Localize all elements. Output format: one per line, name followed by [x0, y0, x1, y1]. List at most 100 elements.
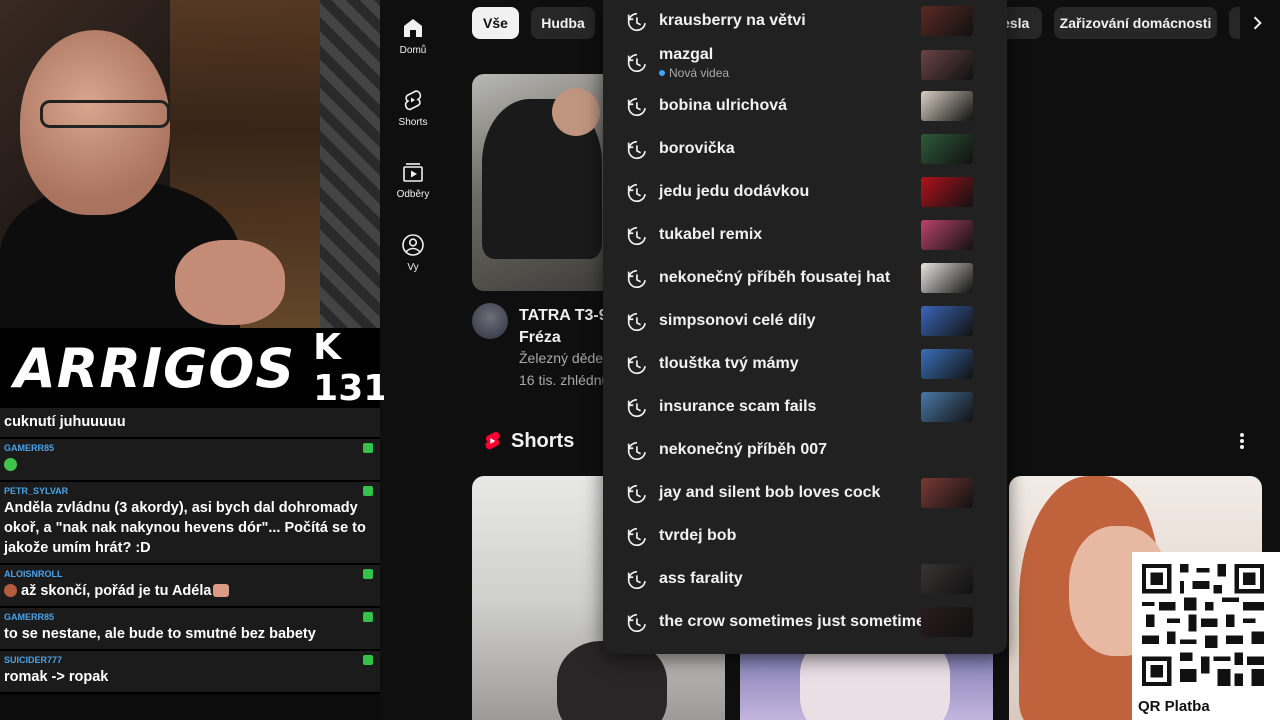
- more-options-button[interactable]: [1232, 430, 1252, 452]
- streamer-glasses: [40, 100, 170, 128]
- guide-rail: Domů Shorts Odběry Vy: [384, 0, 442, 720]
- search-history-thumbnail[interactable]: [921, 220, 973, 250]
- face-emote-icon: [4, 584, 17, 597]
- chat-badge-icon: [363, 655, 373, 665]
- search-history-item[interactable]: nekonečný příběh fousatej hat: [603, 257, 1007, 300]
- rail-item-you[interactable]: Vy: [384, 233, 442, 273]
- search-history-query: nekonečný příběh 007: [659, 441, 828, 458]
- video-title-line: Fréza: [519, 329, 561, 346]
- hand-emote-icon: [213, 584, 230, 597]
- chat-message: PETR_SYLVAR Anděla zvládnu (3 akordy), a…: [0, 482, 380, 565]
- search-history-item[interactable]: mazgal Nová videa: [603, 0, 1007, 80]
- search-history-item[interactable]: tlouštka tvý mámy: [603, 343, 1007, 386]
- search-history-thumbnail[interactable]: [921, 349, 973, 379]
- search-history-thumbnail[interactable]: [921, 50, 973, 80]
- chat-username: ALOISNROLL: [4, 569, 63, 579]
- new-dot-icon: [659, 70, 665, 76]
- video-channel-name[interactable]: Železný dědek: [519, 350, 604, 366]
- shorts-section-title: Shorts: [511, 430, 575, 452]
- search-history-query: tvrdej bob: [659, 527, 737, 544]
- search-history-thumbnail[interactable]: [921, 134, 973, 164]
- search-history-item[interactable]: simpsonovi celé díly: [603, 300, 1007, 343]
- search-history-item[interactable]: insurance scam fails: [603, 386, 1007, 429]
- chat-message: cuknutí juhuuuuu: [0, 408, 380, 439]
- account-icon: [402, 234, 424, 256]
- search-history-item[interactable]: jedu jedu dodávkou: [603, 171, 1007, 214]
- streamer-hand: [175, 240, 285, 325]
- video-title-line: TATRA T3-9: [519, 307, 608, 324]
- shorts-icon: [404, 90, 422, 111]
- rail-item-shorts[interactable]: Shorts: [384, 88, 442, 128]
- search-history-thumbnail[interactable]: [921, 392, 973, 422]
- search-history-query: jedu jedu dodávkou: [659, 183, 810, 200]
- search-history-query: simpsonovi celé díly: [659, 312, 816, 329]
- chip-scroll-next-button[interactable]: [1240, 7, 1274, 39]
- search-history-item[interactable]: the crow sometimes just sometimes: [603, 601, 1007, 644]
- search-history-thumbnail[interactable]: [921, 478, 973, 508]
- video-title[interactable]: TATRA T3-9 Fréza: [519, 305, 609, 349]
- search-history-item[interactable]: nekonečný příběh 007: [603, 429, 1007, 472]
- history-clock-icon: [625, 354, 647, 381]
- search-history-query: insurance scam fails: [659, 398, 817, 415]
- rail-label-home: Domů: [399, 45, 427, 56]
- chat-badge-icon: [363, 443, 373, 453]
- history-clock-icon: [625, 225, 647, 252]
- chip-music[interactable]: Hudba: [531, 7, 595, 39]
- qr-code-icon: [1142, 564, 1264, 686]
- search-history-item[interactable]: jay and silent bob loves cock: [603, 472, 1007, 515]
- chat-username: SUICIDER777: [4, 655, 63, 665]
- rail-label-you: Vy: [407, 262, 419, 273]
- chat-text: až skončí, pořád je tu Adéla: [21, 583, 212, 599]
- chevron-right-icon: [1253, 16, 1262, 30]
- rail-label-shorts: Shorts: [398, 117, 428, 128]
- chat-text: to se nestane, ale bude to smutné bez ba…: [4, 626, 316, 642]
- qr-payment-overlay: QR Platba: [1132, 552, 1280, 720]
- chat-message: ALOISNROLL až skončí, pořád je tu Adéla: [0, 565, 380, 608]
- brand-suffix: K 131: [313, 327, 389, 409]
- qr-label: QR Platba: [1138, 698, 1210, 715]
- search-history-query: mazgal: [659, 46, 714, 63]
- search-history-query: tukabel remix: [659, 226, 763, 243]
- home-icon: [404, 19, 422, 37]
- rail-item-subscriptions[interactable]: Odběry: [384, 160, 442, 200]
- search-history-thumbnail[interactable]: [921, 177, 973, 207]
- video-thumbnail[interactable]: [472, 74, 612, 291]
- chat-text: romak -> ropak: [4, 669, 109, 685]
- chat-badge-icon: [363, 569, 373, 579]
- shorts-logo-icon: [485, 431, 500, 450]
- history-clock-icon: [625, 268, 647, 295]
- search-history-thumbnail[interactable]: [921, 564, 973, 594]
- search-history-thumbnail[interactable]: [921, 263, 973, 293]
- history-subtitle: Nová videa: [659, 66, 729, 80]
- history-clock-icon: [625, 526, 647, 553]
- history-clock-icon: [625, 440, 647, 467]
- chat-username: PETR_SYLVAR: [4, 486, 69, 496]
- webcam-feed: [0, 0, 380, 328]
- history-clock-icon: [625, 612, 647, 639]
- stream-brand-banner: ARRIGOS K 131: [0, 327, 388, 409]
- channel-avatar[interactable]: [472, 303, 508, 339]
- chat-badge-icon: [363, 486, 373, 496]
- rail-item-home[interactable]: Domů: [384, 16, 442, 56]
- search-history-item[interactable]: tukabel remix: [603, 214, 1007, 257]
- history-clock-icon: [625, 311, 647, 338]
- search-history-item[interactable]: ass farality: [603, 558, 1007, 601]
- search-history-thumbnail[interactable]: [921, 607, 973, 637]
- chip-all[interactable]: Vše: [472, 7, 519, 39]
- rail-label-subscriptions: Odběry: [396, 189, 430, 200]
- search-history-item[interactable]: tvrdej bob: [603, 515, 1007, 558]
- chat-username: GAMERR85: [4, 443, 55, 453]
- history-subtitle-text: Nová videa: [669, 66, 730, 80]
- chat-badge-icon: [363, 612, 373, 622]
- history-clock-icon: [625, 483, 647, 510]
- chip-home-appliances[interactable]: Zařizování domácnosti: [1054, 7, 1217, 39]
- search-history-item[interactable]: borovička: [603, 128, 1007, 171]
- search-history-query: tlouštka tvý mámy: [659, 355, 799, 372]
- chat-username: GAMERR85: [4, 612, 55, 622]
- search-history-thumbnail[interactable]: [921, 91, 973, 121]
- history-clock-icon: [625, 182, 647, 209]
- search-history-item[interactable]: bobina ulrichová: [603, 85, 1007, 128]
- search-history-thumbnail[interactable]: [921, 306, 973, 336]
- chat-message: GAMERR85: [0, 439, 380, 482]
- history-clock-icon: [625, 96, 647, 123]
